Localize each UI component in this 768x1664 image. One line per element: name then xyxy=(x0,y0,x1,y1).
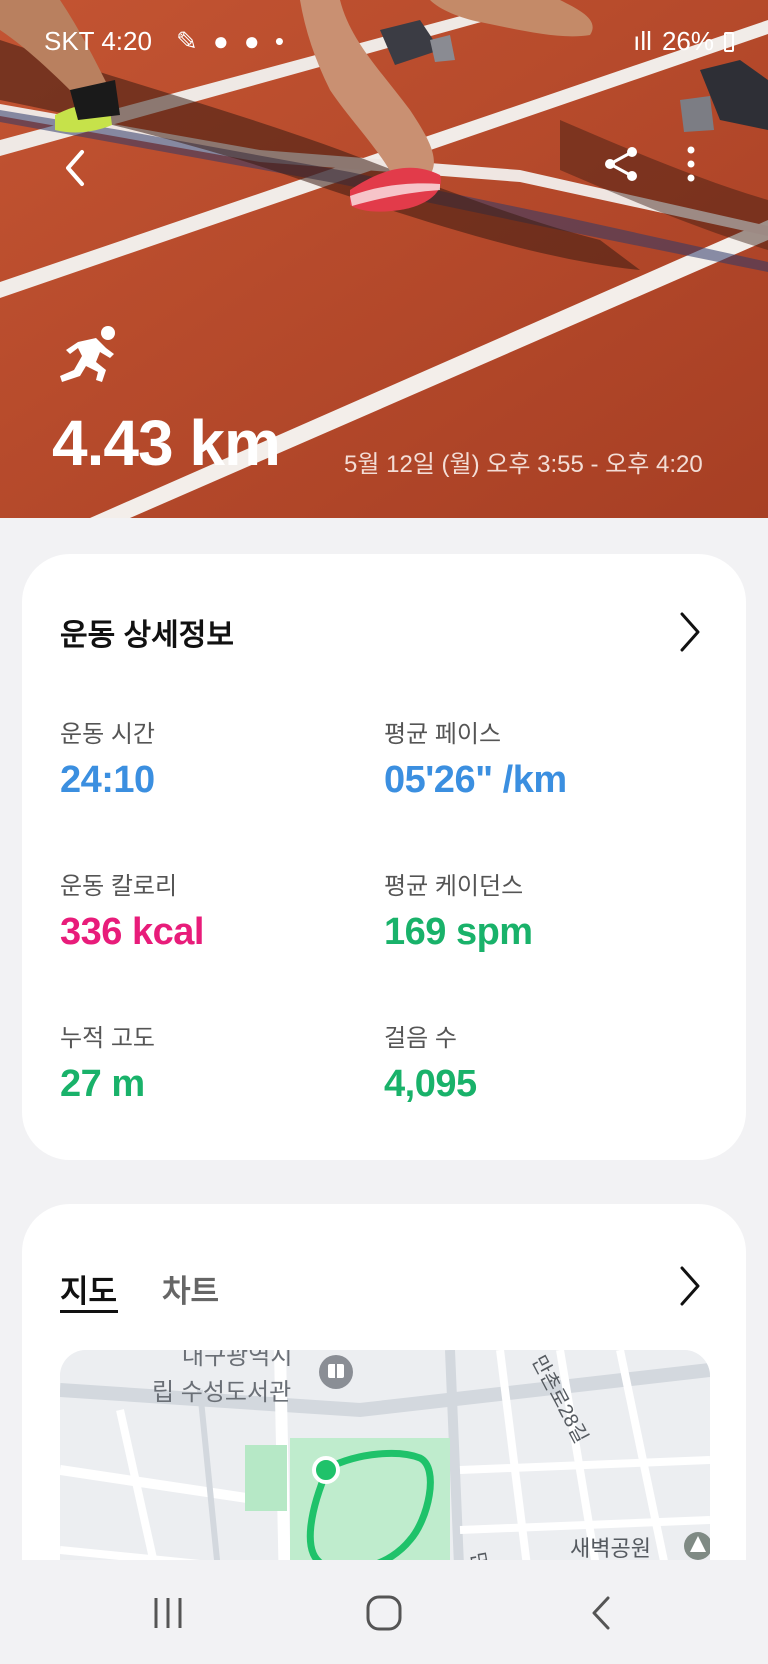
stat-label: 운동 칼로리 xyxy=(60,873,178,900)
distance-value: 4.43 km xyxy=(52,407,281,479)
details-title: 운동 상세정보 xyxy=(60,619,234,652)
stat-value: 169 spm xyxy=(384,911,533,953)
hero-banner: SKT 4:20 ✎ ● ● • ıll 26% 4.43 km 5월 12일 … xyxy=(0,0,768,518)
tab-chart[interactable]: 차트 xyxy=(162,1266,219,1311)
chevron-right-icon[interactable] xyxy=(676,1264,702,1308)
chevron-right-icon[interactable] xyxy=(676,610,702,654)
stat-duration: 운동 시간 24:10 xyxy=(60,714,155,802)
carrier-time: SKT 4:20 xyxy=(44,26,152,56)
stat-value: 05'26" /km xyxy=(384,759,567,801)
share-icon[interactable] xyxy=(600,142,644,186)
back-chevron-icon[interactable] xyxy=(56,142,96,194)
stat-label: 평균 페이스 xyxy=(384,721,502,748)
workout-datetime: 5월 12일 (월) 오후 3:55 - 오후 4:20 xyxy=(344,451,703,478)
battery-label: 26% xyxy=(661,26,714,56)
stat-value: 24:10 xyxy=(60,759,155,801)
stat-label: 평균 케이던스 xyxy=(384,873,524,900)
stat-value: 27 m xyxy=(60,1063,145,1105)
stat-steps: 걸음 수 4,095 xyxy=(384,1018,477,1106)
system-nav-bar xyxy=(0,1560,768,1664)
stat-pace: 평균 페이스 05'26" /km xyxy=(384,714,567,802)
stat-value: 4,095 xyxy=(384,1063,477,1105)
map-label-library-2: 립 수성도서관 xyxy=(152,1379,291,1406)
map-canvas: 대구광역시 립 수성도서관 만촌로28길 새벽공원 만 xyxy=(60,1350,710,1590)
route-start-marker xyxy=(312,1456,340,1484)
stat-label: 누적 고도 xyxy=(60,1025,155,1052)
route-map[interactable]: 대구광역시 립 수성도서관 만촌로28길 새벽공원 만 xyxy=(60,1350,710,1590)
system-icons: ıll 26% xyxy=(633,26,734,57)
more-vertical-icon[interactable] xyxy=(676,142,706,186)
stat-value: 336 kcal xyxy=(60,911,204,953)
tab-map[interactable]: 지도 xyxy=(60,1266,117,1311)
stat-label: 걸음 수 xyxy=(384,1025,457,1052)
stat-label: 운동 시간 xyxy=(60,721,155,748)
battery-icon xyxy=(724,31,734,52)
running-icon xyxy=(60,326,115,382)
active-tab-indicator xyxy=(60,1310,118,1313)
recents-icon[interactable] xyxy=(148,1588,188,1638)
signal-icon: ıll xyxy=(633,26,652,56)
map-label-library-1: 대구광역시 xyxy=(182,1350,292,1370)
home-icon[interactable] xyxy=(362,1588,406,1638)
nav-back-icon[interactable] xyxy=(586,1588,616,1638)
map-label-park: 새벽공원 xyxy=(570,1536,651,1561)
workout-details-card[interactable]: 운동 상세정보 운동 시간 24:10 평균 페이스 05'26" /km 운동… xyxy=(22,554,746,1160)
status-bar: SKT 4:20 ✎ ● ● • ıll 26% xyxy=(0,22,768,62)
stat-elevation: 누적 고도 27 m xyxy=(60,1018,155,1106)
stat-cadence: 평균 케이던스 169 spm xyxy=(384,866,533,954)
notification-icons: ✎ ● ● • xyxy=(176,26,288,56)
stat-calories: 운동 칼로리 336 kcal xyxy=(60,866,204,954)
